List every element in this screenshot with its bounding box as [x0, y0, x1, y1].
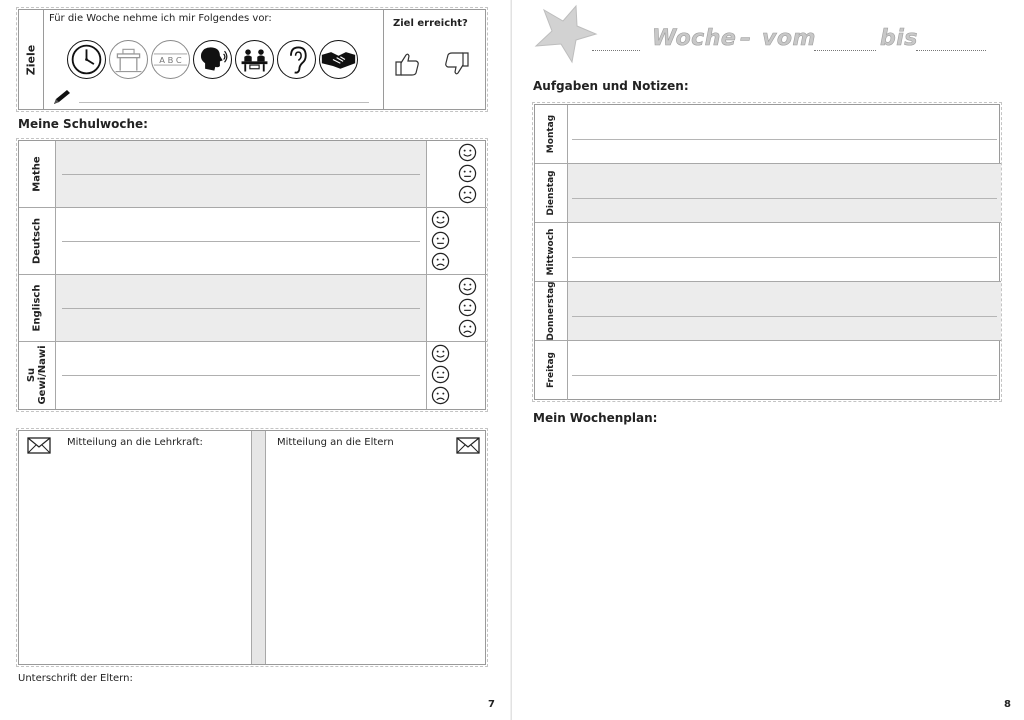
tasks-notes-heading: Aufgaben und Notizen: — [533, 79, 689, 93]
star-icon — [534, 4, 598, 64]
rating-faces — [458, 277, 478, 338]
clock-icon[interactable] — [67, 40, 106, 79]
left-page: Ziele Für die Woche nehme ich mir Folgen… — [0, 0, 510, 720]
neutral-face-icon[interactable] — [458, 298, 477, 317]
subject-label: Mathe — [31, 156, 43, 192]
week-end-field[interactable] — [916, 50, 986, 51]
week-title-dash: – — [740, 26, 752, 52]
thumbs-up-icon[interactable] — [393, 50, 421, 78]
goals-intro-text: Für die Woche nehme ich mir Folgendes vo… — [49, 13, 272, 24]
week-start-field[interactable] — [814, 50, 876, 51]
group-table-icon[interactable] — [235, 40, 274, 79]
day-row: Mittwoch — [535, 223, 1001, 282]
goals-box: Ziele Für die Woche nehme ich mir Folgen… — [16, 7, 488, 112]
day-row: Donnerstag — [535, 281, 1001, 341]
handshake-icon[interactable] — [319, 40, 358, 79]
day-label: Dienstag — [546, 170, 556, 216]
svg-text:A B C: A B C — [159, 55, 182, 65]
subject-label: Deutsch — [31, 218, 43, 264]
subject-notes-area[interactable] — [56, 275, 427, 341]
message-to-teacher-label: Mitteilung an die Lehrkraft: — [67, 437, 203, 448]
subject-notes-area[interactable] — [56, 342, 427, 409]
envelope-icon — [27, 437, 51, 454]
day-notes-area[interactable] — [568, 223, 1001, 281]
day-label: Donnerstag — [546, 281, 556, 341]
subject-label: Su Gewi/Nawi — [26, 345, 48, 405]
sad-face-icon[interactable] — [458, 319, 477, 338]
day-notes-area[interactable] — [568, 282, 1001, 340]
smiling-face-icon[interactable] — [458, 143, 477, 162]
subject-row: Su Gewi/Nawi — [19, 342, 487, 409]
sad-face-icon[interactable] — [431, 386, 450, 405]
week-title-word: Woche — [652, 26, 737, 52]
goals-writing-line[interactable] — [79, 102, 369, 103]
school-week-heading: Meine Schulwoche: — [18, 117, 148, 131]
envelope-icon — [456, 437, 480, 454]
day-notes-area[interactable] — [568, 341, 1001, 400]
ear-icon[interactable] — [277, 40, 316, 79]
day-notes-area[interactable] — [568, 105, 1001, 163]
right-page: Woche – vom bis Aufgaben und Notizen: Mo… — [512, 0, 1024, 720]
pencil-icon — [54, 90, 70, 104]
weekly-plan-heading: Mein Wochenplan: — [533, 411, 658, 425]
neutral-face-icon[interactable] — [431, 231, 450, 250]
week-title-to: bis — [880, 26, 918, 52]
sad-face-icon[interactable] — [458, 185, 477, 204]
neutral-face-icon[interactable] — [431, 365, 450, 384]
page-number: 7 — [488, 699, 495, 710]
day-row: Montag — [535, 105, 1001, 164]
subject-notes-area[interactable] — [56, 141, 427, 207]
week-title-from: vom — [762, 26, 816, 52]
smiling-face-icon[interactable] — [431, 210, 450, 229]
thumbs-down-icon[interactable] — [443, 50, 471, 78]
school-week-table: Mathe Deutsch Englisch Su Gewi/Nawi — [16, 138, 488, 412]
subject-row: Mathe — [19, 141, 487, 208]
rating-faces — [431, 210, 451, 271]
rating-faces — [458, 143, 478, 204]
smiling-face-icon[interactable] — [431, 344, 450, 363]
subject-row: Deutsch — [19, 208, 487, 275]
message-to-parents-label: Mitteilung an die Eltern — [277, 437, 394, 448]
day-label: Montag — [546, 114, 556, 154]
day-row: Dienstag — [535, 164, 1001, 223]
desk-icon[interactable] — [109, 40, 148, 79]
goals-label: Ziele — [24, 44, 38, 76]
abc-icon[interactable]: A B C — [151, 40, 190, 79]
day-row: Freitag — [535, 341, 1001, 400]
day-label: Freitag — [546, 351, 556, 389]
subject-label: Englisch — [31, 284, 43, 332]
sad-face-icon[interactable] — [431, 252, 450, 271]
day-notes-area[interactable] — [568, 164, 1001, 222]
parent-signature-label: Unterschrift der Eltern: — [18, 673, 133, 684]
neutral-face-icon[interactable] — [458, 164, 477, 183]
goal-reached-label: Ziel erreicht? — [393, 18, 468, 29]
speaking-head-icon[interactable] — [193, 40, 232, 79]
rating-faces — [431, 344, 451, 405]
week-title: Woche – vom bis — [592, 26, 992, 56]
subject-row: Englisch — [19, 275, 487, 342]
week-number-field[interactable] — [592, 50, 640, 51]
smiling-face-icon[interactable] — [458, 277, 477, 296]
page-number: 8 — [1004, 699, 1011, 710]
tasks-table: Montag Dienstag Mittwoch Donnerstag Freitag — [532, 102, 1002, 402]
messages-box: Mitteilung an die Lehrkraft: Mitteilung … — [16, 428, 488, 667]
goal-icon-row: A B C — [67, 40, 358, 79]
day-label: Mittwoch — [546, 228, 556, 276]
subject-notes-area[interactable] — [56, 208, 427, 274]
